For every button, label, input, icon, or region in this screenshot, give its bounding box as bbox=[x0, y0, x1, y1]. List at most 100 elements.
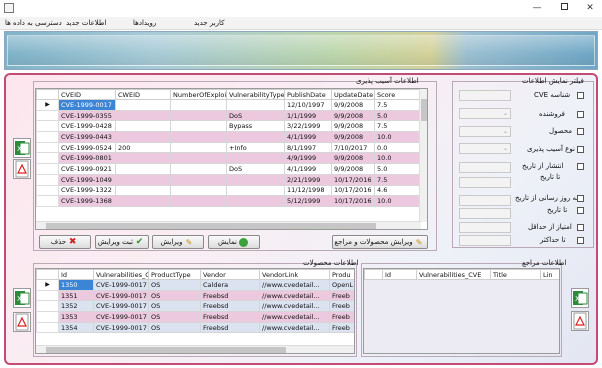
table-cell[interactable]: CVE-1999-0017 bbox=[93, 321, 149, 334]
menu-item-new-user[interactable]: کاربر جدید bbox=[194, 18, 225, 29]
table-row[interactable]: CVE-1999-1368 5/12/1999 10/17/2016 10.0 bbox=[36, 195, 422, 207]
table-cell[interactable]: 1354 bbox=[58, 321, 94, 334]
table-cell[interactable]: //www.cvedetail... bbox=[259, 300, 330, 313]
table-cell[interactable]: OS bbox=[148, 321, 201, 334]
table-cell[interactable] bbox=[226, 152, 285, 165]
table-cell[interactable] bbox=[115, 184, 171, 197]
table-row[interactable]: CVE-1999-0524 200 +Info 8/1/1997 7/10/2017 0.… bbox=[36, 141, 422, 154]
vendor-select[interactable]: ⌄ bbox=[459, 108, 511, 119]
col-header-exploits[interactable]: NumberOfExploits bbox=[170, 89, 227, 100]
excel-icon[interactable]: X bbox=[13, 288, 31, 308]
table-cell[interactable]: 10.0 bbox=[374, 131, 422, 143]
col-header-product[interactable]: Produ bbox=[329, 269, 354, 280]
table-cell[interactable] bbox=[115, 152, 171, 165]
cve-id-field[interactable] bbox=[459, 90, 511, 101]
table-cell[interactable]: 9/9/2008 bbox=[331, 120, 375, 133]
table-cell[interactable]: CVE-1999-0017 bbox=[93, 279, 149, 291]
table-cell[interactable] bbox=[115, 163, 171, 175]
table-cell[interactable]: DoS bbox=[226, 109, 285, 122]
table-cell[interactable] bbox=[115, 131, 171, 143]
table-cell[interactable]: 9/9/2008 bbox=[331, 99, 375, 111]
menu-item-events[interactable]: رویدادها bbox=[133, 18, 156, 29]
table-cell[interactable] bbox=[170, 195, 227, 207]
col-header-cveid[interactable]: CVEID bbox=[58, 89, 116, 100]
table-cell[interactable] bbox=[170, 109, 227, 122]
vuln-type-select[interactable]: ⌄ bbox=[459, 143, 511, 154]
table-row[interactable]: ▶ CVE-1999-0017 12/10/1997 9/9/2008 7.5 bbox=[36, 99, 422, 111]
table-cell[interactable]: CVE-1999-0443 bbox=[58, 131, 116, 143]
table-cell[interactable] bbox=[170, 152, 227, 165]
publish-to-date[interactable] bbox=[459, 177, 511, 188]
table-cell[interactable] bbox=[170, 163, 227, 175]
table-cell[interactable]: CVE-1999-0017 bbox=[58, 99, 116, 111]
table-row[interactable]: CVE-1999-1049 2/21/1999 10/17/2016 7.5 bbox=[36, 173, 422, 186]
table-cell[interactable]: 1350 bbox=[58, 279, 94, 291]
table-row[interactable]: CVE-1999-0801 4/9/1999 9/9/2008 10.0 bbox=[36, 152, 422, 165]
table-cell[interactable] bbox=[170, 99, 227, 111]
publish-from-date[interactable] bbox=[459, 162, 511, 173]
table-cell[interactable]: DoS bbox=[226, 163, 285, 175]
table-cell[interactable]: Freebsd bbox=[200, 311, 260, 323]
col-header-vuln-types[interactable]: VulnerabilityTypes bbox=[226, 89, 285, 100]
col-header-id[interactable]: Id bbox=[58, 269, 94, 280]
score-min-field[interactable] bbox=[459, 222, 511, 233]
col-header-product-type[interactable]: ProductType bbox=[148, 269, 201, 280]
vuln-grid-hscrollbar[interactable] bbox=[36, 221, 421, 229]
maximize-button[interactable] bbox=[557, 2, 571, 14]
excel-icon[interactable]: X bbox=[571, 288, 589, 308]
edit-button[interactable]: ✎ویرایش bbox=[152, 235, 204, 249]
vuln-grid[interactable]: CVEID CWEID NumberOfExploits Vulnerabili… bbox=[35, 88, 428, 230]
table-cell[interactable]: CVE-1999-0355 bbox=[58, 109, 116, 122]
product-select[interactable]: ⌄ bbox=[459, 126, 511, 137]
table-cell[interactable]: OS bbox=[148, 311, 201, 323]
minimize-button[interactable]: — bbox=[530, 2, 544, 14]
menu-item-data-access[interactable]: دسترسی به داده ها bbox=[5, 18, 62, 29]
table-cell[interactable]: 9/9/2008 bbox=[331, 131, 375, 143]
table-cell[interactable]: 0.0 bbox=[374, 141, 422, 154]
pdf-icon[interactable] bbox=[13, 159, 31, 179]
table-row[interactable]: CVE-1999-0355 DoS 1/1/1999 9/9/2008 5.0 bbox=[36, 109, 422, 122]
col-header-publish-date[interactable]: PublishDate bbox=[284, 89, 332, 100]
filter-checkbox-vuln-type[interactable] bbox=[577, 146, 584, 153]
table-cell[interactable]: Bypass bbox=[226, 120, 285, 133]
table-cell[interactable]: CVE-1999-0524 bbox=[58, 141, 116, 154]
delete-button[interactable]: ✖حذف bbox=[39, 235, 91, 249]
table-cell[interactable]: 5/12/1999 bbox=[284, 195, 332, 207]
table-cell[interactable]: CVE-1999-1368 bbox=[58, 195, 116, 207]
table-cell[interactable]: Freeb bbox=[329, 311, 354, 323]
table-cell[interactable]: CVE-1999-0428 bbox=[58, 120, 116, 133]
table-row[interactable]: CVE-1999-0921 DoS 4/1/1999 9/9/2008 5.0 bbox=[36, 163, 422, 175]
table-cell[interactable]: 5.0 bbox=[374, 163, 422, 175]
table-cell[interactable]: CVE-1999-0017 bbox=[93, 289, 149, 302]
table-cell[interactable]: //www.cvedetail... bbox=[259, 311, 330, 323]
table-cell[interactable] bbox=[226, 195, 285, 207]
table-row[interactable]: CVE-1999-0443 4/1/1999 9/9/2008 10.0 bbox=[36, 131, 422, 143]
table-cell[interactable]: 4/9/1999 bbox=[284, 152, 332, 165]
table-cell[interactable]: 7.5 bbox=[374, 173, 422, 186]
table-cell[interactable]: 4.6 bbox=[374, 184, 422, 197]
col-header-link[interactable]: Lin bbox=[540, 269, 559, 280]
table-row[interactable]: CVE-1999-0428 Bypass 3/22/1999 9/9/2008 7.5 bbox=[36, 120, 422, 133]
table-cell[interactable]: OS bbox=[148, 289, 201, 302]
table-cell[interactable] bbox=[170, 184, 227, 197]
filter-checkbox-update-to[interactable] bbox=[577, 207, 584, 214]
references-grid[interactable]: Id Vulnerabilities_CVE Title Lin bbox=[363, 268, 560, 354]
filter-checkbox-cve[interactable] bbox=[577, 92, 584, 99]
table-cell[interactable] bbox=[170, 131, 227, 143]
table-cell[interactable]: 10.0 bbox=[374, 152, 422, 165]
products-grid[interactable]: Id Vulnerabilities_CVE ProductType Vendo… bbox=[35, 268, 355, 354]
table-row[interactable]: 1351 CVE-1999-0017 OS Freebsd//www.cvedetai… bbox=[36, 289, 354, 302]
table-cell[interactable]: //www.cvedetail... bbox=[259, 279, 330, 291]
pdf-icon[interactable] bbox=[13, 312, 31, 332]
score-max-field[interactable] bbox=[459, 235, 511, 246]
table-cell[interactable] bbox=[115, 109, 171, 122]
table-cell[interactable]: 3/22/1999 bbox=[284, 120, 332, 133]
table-cell[interactable] bbox=[115, 99, 171, 111]
table-cell[interactable] bbox=[170, 173, 227, 186]
col-header-title[interactable]: Title bbox=[490, 269, 541, 280]
show-button[interactable]: نمایش bbox=[208, 235, 260, 249]
table-cell[interactable]: 1352 bbox=[58, 300, 94, 313]
table-cell[interactable]: 11/12/1998 bbox=[284, 184, 332, 197]
table-cell[interactable] bbox=[226, 184, 285, 197]
table-cell[interactable]: OS bbox=[148, 279, 201, 291]
